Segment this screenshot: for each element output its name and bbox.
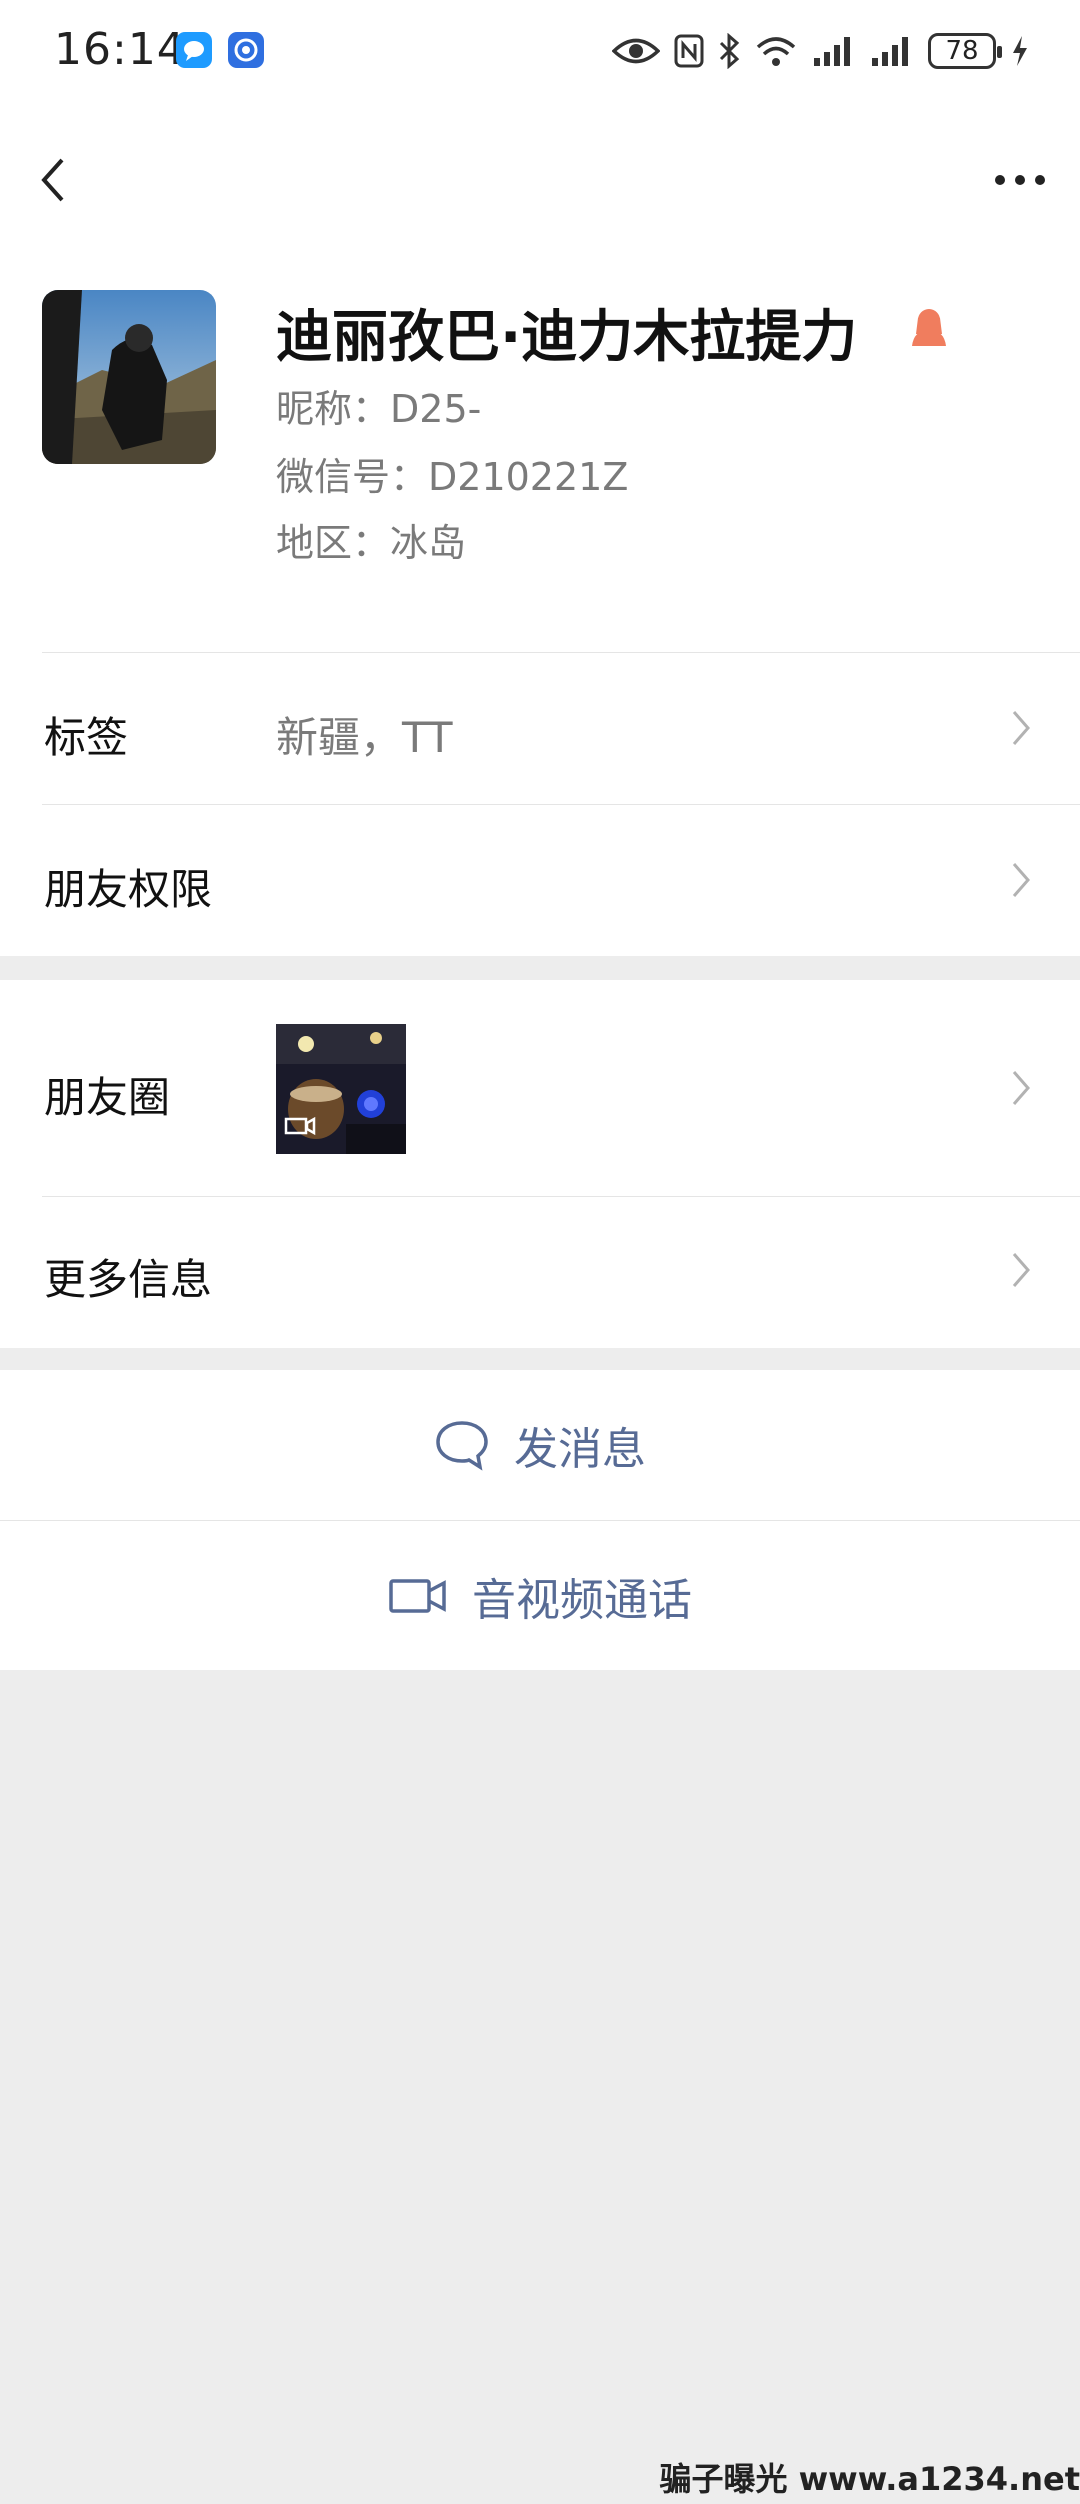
friend-permissions-row[interactable]: 朋友权限 (0, 804, 1080, 956)
friend-permissions-label: 朋友权限 (44, 865, 213, 914)
region-text: 地区：冰岛 (276, 521, 467, 565)
chevron-right-icon (1012, 711, 1030, 745)
signal-icon-2 (872, 37, 908, 66)
message-app-icon (176, 32, 212, 68)
send-message-label: 发消息 (514, 1424, 646, 1475)
eye-icon (612, 38, 660, 64)
back-button[interactable] (28, 150, 78, 210)
wechat-id-text: 微信号：D210221Z (276, 455, 629, 499)
status-time: 16:14 (54, 24, 186, 75)
moments-thumbnail[interactable] (276, 1024, 406, 1154)
video-call-button[interactable]: 音视频通话 (0, 1521, 1080, 1670)
send-message-button[interactable]: 发消息 (0, 1370, 1080, 1520)
wifi-icon (756, 37, 796, 66)
video-camera-icon (389, 1578, 446, 1613)
avatar[interactable] (42, 290, 216, 464)
charging-icon (1013, 36, 1027, 66)
chevron-right-icon (1012, 1071, 1030, 1105)
app-notification-icon (228, 32, 264, 68)
chevron-left-icon (41, 158, 64, 202)
signal-icon-1 (814, 37, 850, 66)
tags-label: 标签 (44, 713, 129, 762)
tags-row[interactable]: 标签 新疆，TT (0, 652, 1080, 804)
profile-name: 迪丽孜巴·迪力木拉提力 (276, 305, 858, 370)
more-info-row[interactable]: 更多信息 (0, 1196, 1080, 1348)
moments-row[interactable]: 朋友圈 (0, 980, 1080, 1196)
tags-value: 新疆，TT (276, 713, 453, 762)
bluetooth-icon (719, 33, 740, 69)
battery-indicator: 78 (928, 33, 1002, 69)
female-gender-icon (906, 304, 952, 350)
more-icon (995, 175, 1045, 185)
chevron-right-icon (1012, 1253, 1030, 1287)
nfc-icon (674, 34, 704, 68)
chevron-right-icon (1012, 863, 1030, 897)
more-info-label: 更多信息 (44, 1255, 213, 1304)
chat-bubble-icon (436, 1421, 488, 1471)
status-icons: 78 (612, 26, 1030, 76)
moments-label: 朋友圈 (44, 1073, 171, 1122)
nickname-text: 昵称：D25- (276, 387, 482, 431)
more-options-button[interactable] (988, 160, 1052, 200)
video-call-label: 音视频通话 (472, 1574, 692, 1626)
watermark-text: 骗子曝光 www.a1234.net (659, 2460, 1080, 2498)
